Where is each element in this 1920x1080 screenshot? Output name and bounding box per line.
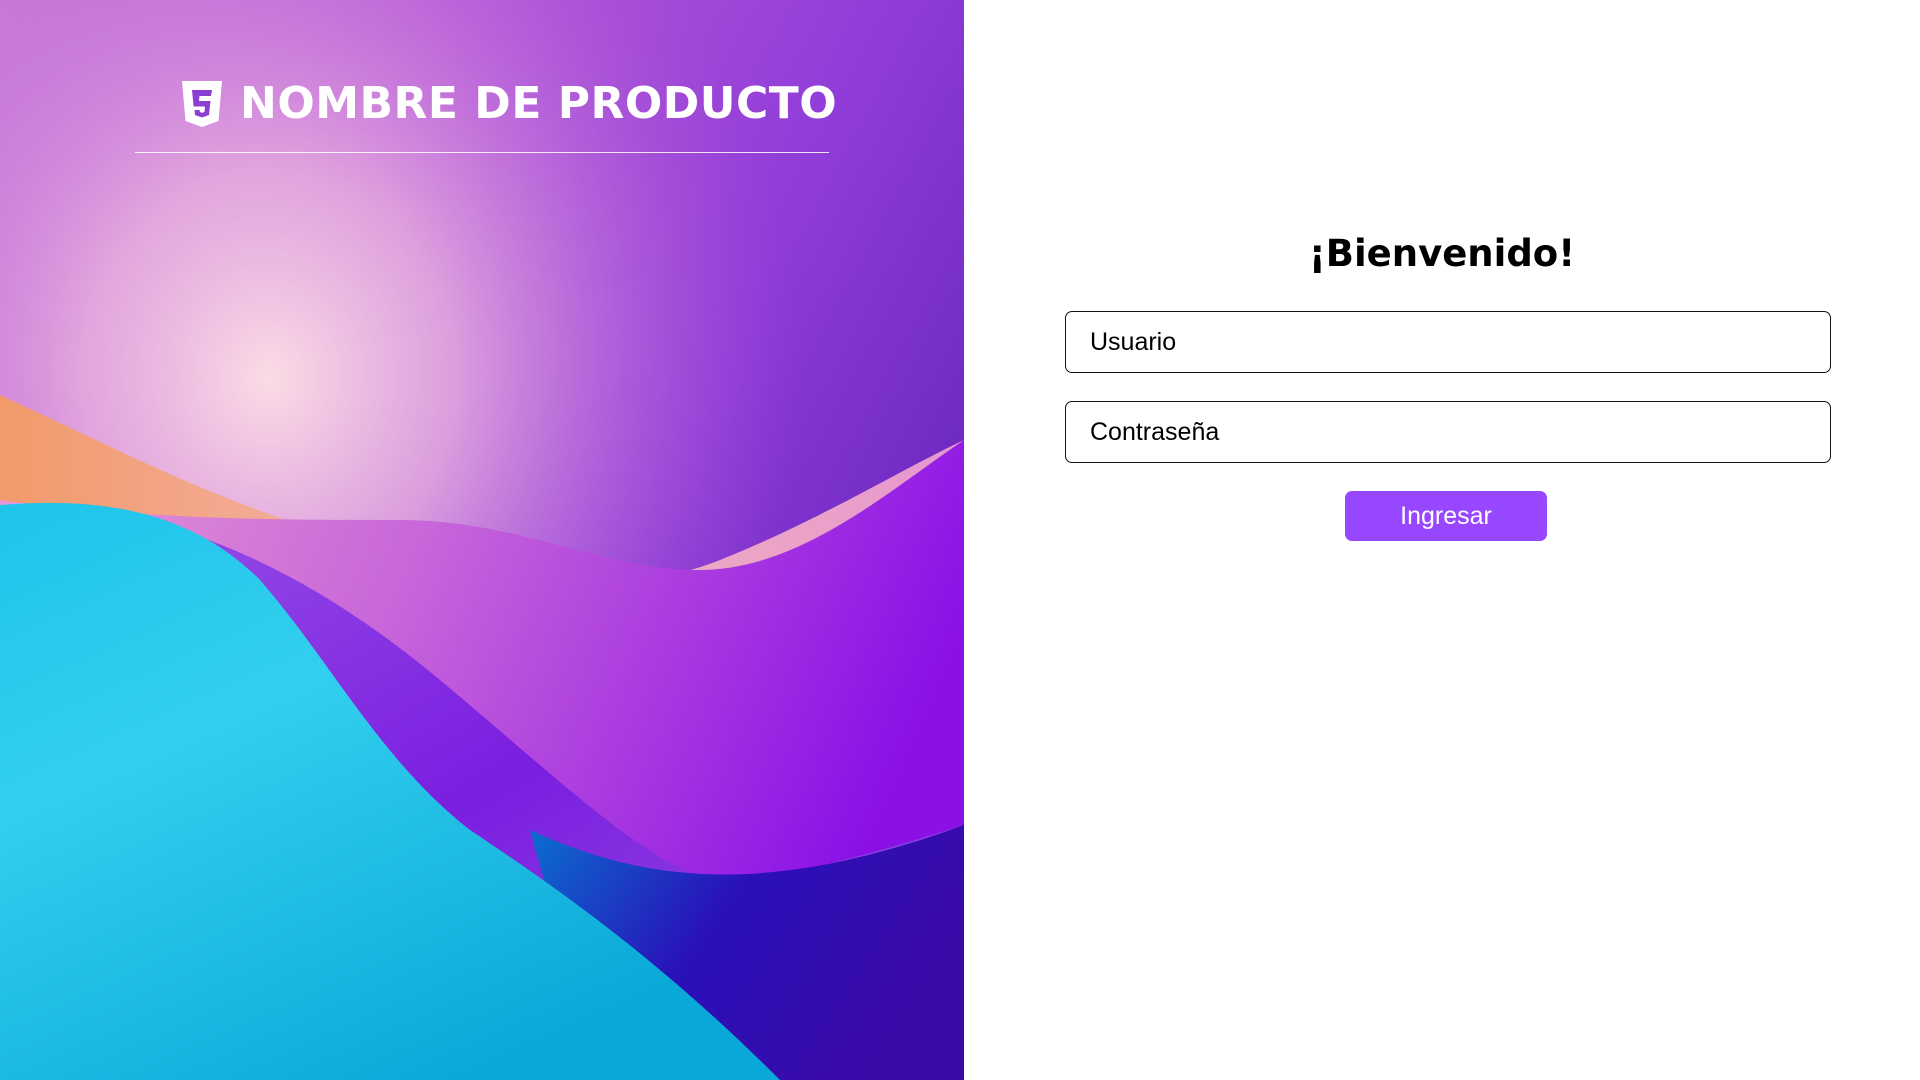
welcome-title: ¡Bienvenido! — [1308, 232, 1576, 275]
login-panel: ¡Bienvenido! Ingresar — [964, 0, 1920, 1080]
brand-header: NOMBRE DE PRODUCTO — [180, 78, 837, 129]
login-button[interactable]: Ingresar — [1345, 491, 1547, 541]
login-page: NOMBRE DE PRODUCTO ¡Bienvenido! Ingresar — [0, 0, 1920, 1080]
product-name: NOMBRE DE PRODUCTO — [240, 78, 838, 129]
username-input[interactable] — [1065, 311, 1831, 373]
brand-divider — [135, 152, 829, 153]
brand-art-panel: NOMBRE DE PRODUCTO — [0, 0, 964, 1080]
css3-icon — [182, 80, 222, 127]
abstract-wave-background — [0, 0, 964, 1080]
password-input[interactable] — [1065, 401, 1831, 463]
